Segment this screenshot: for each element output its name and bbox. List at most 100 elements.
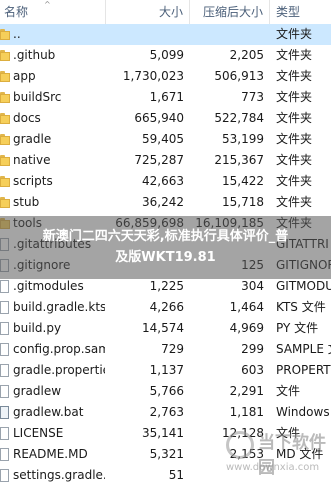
file-size: 1,671 bbox=[149, 90, 184, 104]
file-row[interactable]: build.gradle.kts 4,266 1,464 KTS 文件 bbox=[0, 297, 331, 318]
bat-file-icon bbox=[0, 402, 12, 423]
folder-icon bbox=[0, 108, 12, 129]
folder-icon bbox=[0, 87, 12, 108]
file-icon bbox=[0, 444, 12, 465]
file-name: build.py bbox=[13, 321, 62, 335]
folder-icon bbox=[0, 192, 12, 213]
file-type: 文件夹 bbox=[276, 48, 313, 62]
file-row[interactable]: native 725,287 215,367 文件夹 bbox=[0, 150, 331, 171]
file-name: stub bbox=[13, 195, 40, 209]
watermark-url: www.downxia.com bbox=[226, 462, 320, 473]
file-size: 36,242 bbox=[142, 195, 184, 209]
file-type: 文件夹 bbox=[276, 69, 313, 83]
folder-icon bbox=[0, 171, 12, 192]
file-compressed-size bbox=[190, 24, 264, 45]
file-size: 2,763 bbox=[149, 405, 184, 419]
file-compressed-size: 15,422 bbox=[222, 174, 264, 188]
file-icon bbox=[0, 318, 12, 339]
file-row[interactable]: gradle 59,405 53,199 文件夹 bbox=[0, 129, 331, 150]
file-icon bbox=[0, 360, 12, 381]
file-row[interactable]: .gitmodules 1,225 304 GITMODUL bbox=[0, 276, 331, 297]
file-type: 文件 bbox=[276, 384, 301, 398]
file-row[interactable]: docs 665,940 522,784 文件夹 bbox=[0, 108, 331, 129]
promo-line-2: 及版WKT19.81 bbox=[115, 250, 216, 265]
file-icon bbox=[0, 381, 12, 402]
sort-ascending-icon: ^ bbox=[44, 0, 51, 9]
file-size: 729 bbox=[161, 342, 184, 356]
file-size: 14,574 bbox=[142, 321, 184, 335]
column-header: ^ 名称 大小 压缩后大小 类型 bbox=[0, 0, 331, 25]
file-size: 1,225 bbox=[149, 279, 184, 293]
column-type-header[interactable]: 类型 bbox=[270, 0, 331, 24]
file-type: KTS 文件 bbox=[276, 300, 326, 314]
file-size bbox=[106, 24, 184, 45]
file-name: docs bbox=[13, 111, 41, 125]
column-name-header[interactable]: ^ 名称 bbox=[0, 0, 106, 24]
file-compressed-size: 1,464 bbox=[229, 300, 264, 314]
file-type: SAMPLE 文 bbox=[276, 342, 331, 356]
file-row[interactable]: .github 5,099 2,205 文件夹 bbox=[0, 45, 331, 66]
file-name: config.prop.sample bbox=[13, 342, 105, 356]
file-compressed-size: 299 bbox=[241, 342, 264, 356]
folder-icon bbox=[0, 45, 12, 66]
file-name: README.MD bbox=[13, 447, 88, 461]
file-type: 文件夹 bbox=[276, 27, 313, 41]
file-size: 42,663 bbox=[142, 174, 184, 188]
file-icon bbox=[0, 423, 12, 444]
file-name: .github bbox=[13, 48, 56, 62]
file-size: 665,940 bbox=[134, 111, 184, 125]
file-compressed-size: 773 bbox=[241, 90, 264, 104]
folder-icon bbox=[0, 129, 12, 150]
file-row[interactable]: gradlew.bat 2,763 1,181 Windows bbox=[0, 402, 331, 423]
file-name: gradle bbox=[13, 132, 52, 146]
file-type: 文件夹 bbox=[276, 132, 313, 146]
file-size: 5,321 bbox=[149, 447, 184, 461]
file-type: 文件夹 bbox=[276, 111, 313, 125]
file-compressed-size: 506,913 bbox=[214, 69, 264, 83]
file-compressed-size: 304 bbox=[241, 279, 264, 293]
file-compressed-size: 4,969 bbox=[229, 321, 264, 335]
file-name: scripts bbox=[13, 174, 53, 188]
file-size: 4,266 bbox=[149, 300, 184, 314]
file-compressed-size: 2,205 bbox=[229, 48, 264, 62]
file-size: 5,766 bbox=[149, 384, 184, 398]
file-icon bbox=[0, 339, 12, 360]
promo-line-1: 新澳门二四六天天彩,标准执行具体评价_普 bbox=[42, 229, 289, 244]
promo-banner-text: 新澳门二四六天天彩,标准执行具体评价_普 及版WKT19.81 bbox=[10, 226, 321, 268]
file-size: 1,137 bbox=[149, 363, 184, 377]
file-row[interactable]: gradlew 5,766 2,291 文件 bbox=[0, 381, 331, 402]
file-icon bbox=[0, 465, 12, 486]
file-row[interactable]: gradle.properties 1,137 603 PROPERT bbox=[0, 360, 331, 381]
watermark-logo-icon bbox=[226, 431, 254, 459]
file-row[interactable]: scripts 42,663 15,422 文件夹 bbox=[0, 171, 331, 192]
file-compressed-size: 1,181 bbox=[229, 405, 264, 419]
file-type: 文件夹 bbox=[276, 153, 313, 167]
file-compressed-size: 2,291 bbox=[229, 384, 264, 398]
file-name: gradlew.bat bbox=[13, 405, 84, 419]
column-size-header[interactable]: 大小 bbox=[106, 0, 190, 24]
file-icon bbox=[0, 297, 12, 318]
file-row[interactable]: .. 文件夹 bbox=[0, 24, 331, 45]
column-compressed-header[interactable]: 压缩后大小 bbox=[190, 0, 270, 24]
file-name: .gitmodules bbox=[13, 279, 84, 293]
file-row[interactable]: stub 36,242 15,718 文件夹 bbox=[0, 192, 331, 213]
file-icon bbox=[0, 276, 12, 297]
file-row[interactable]: build.py 14,574 4,969 PY 文件 bbox=[0, 318, 331, 339]
file-name: .. bbox=[13, 27, 21, 41]
file-row[interactable]: config.prop.sample 729 299 SAMPLE 文 bbox=[0, 339, 331, 360]
file-size: 35,141 bbox=[142, 426, 184, 440]
file-type: 文件夹 bbox=[276, 90, 313, 104]
file-size: 1,730,023 bbox=[122, 69, 184, 83]
file-row[interactable]: buildSrc 1,671 773 文件夹 bbox=[0, 87, 331, 108]
file-size: 51 bbox=[168, 468, 184, 482]
file-name: settings.gradle.kts bbox=[13, 468, 105, 482]
file-name: gradlew bbox=[13, 384, 62, 398]
file-name: app bbox=[13, 69, 36, 83]
file-type: PY 文件 bbox=[276, 321, 319, 335]
file-compressed-size: 15,718 bbox=[222, 195, 264, 209]
file-type: 文件夹 bbox=[276, 195, 313, 209]
file-row[interactable]: app 1,730,023 506,913 文件夹 bbox=[0, 66, 331, 87]
file-name: build.gradle.kts bbox=[13, 300, 105, 314]
file-compressed-size: 603 bbox=[241, 363, 264, 377]
file-compressed-size: 53,199 bbox=[222, 132, 264, 146]
